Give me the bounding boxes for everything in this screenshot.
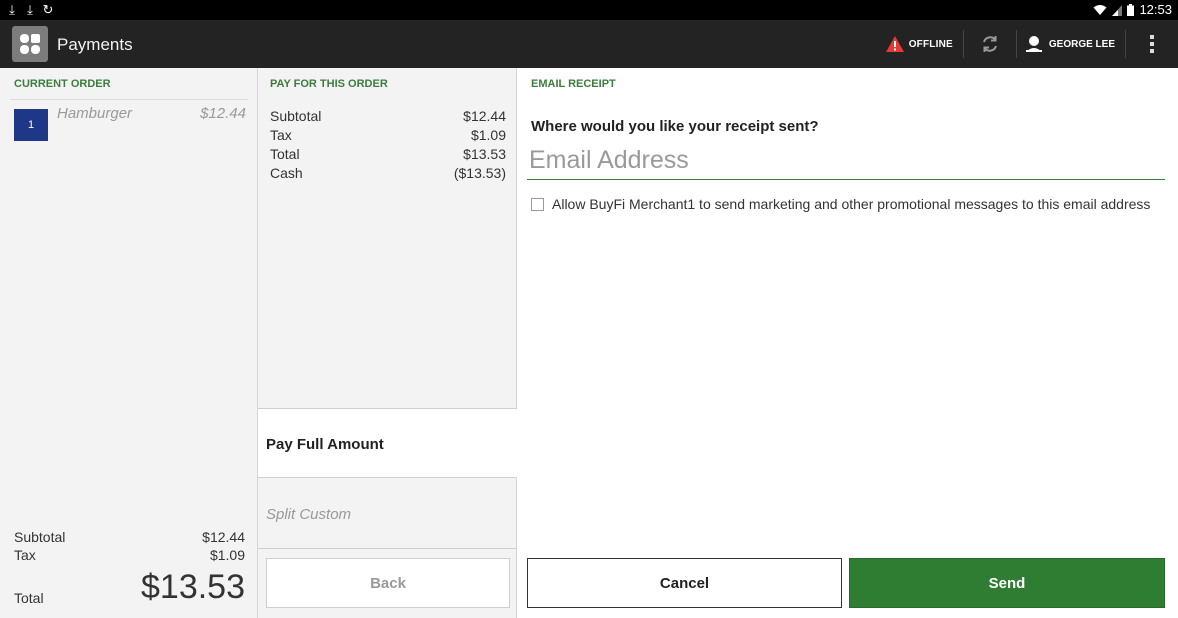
user-icon <box>1025 36 1042 52</box>
email-receipt-panel: EMAIL RECEIPT Where would you like your … <box>517 68 1178 618</box>
action-bar: Payments OFFLINE GEORGE LEE <box>0 20 1178 68</box>
wifi-icon <box>1093 5 1107 15</box>
split-custom-option[interactable]: Split Custom <box>258 479 517 549</box>
email-receipt-header: EMAIL RECEIPT <box>531 78 616 90</box>
back-button[interactable]: Back <box>266 558 510 608</box>
page-title: Payments <box>57 35 133 54</box>
tax-label: Tax <box>14 547 36 563</box>
pay-line: Tax $1.09 <box>270 126 506 145</box>
pay-full-amount-label: Pay Full Amount <box>266 436 384 453</box>
pay-line-label: Total <box>270 146 300 162</box>
pay-line-label: Cash <box>270 165 303 181</box>
pay-line-value: $12.44 <box>463 108 506 124</box>
pay-line-value: $13.53 <box>463 146 506 162</box>
offline-indicator[interactable]: OFFLINE <box>885 20 963 68</box>
pay-line-label: Subtotal <box>270 108 322 124</box>
pay-full-amount-option[interactable]: Pay Full Amount <box>258 408 517 478</box>
consent-checkbox[interactable] <box>531 197 544 211</box>
user-menu[interactable]: GEORGE LEE <box>1017 20 1125 68</box>
action-bar-actions: OFFLINE GEORGE LEE <box>885 20 1178 68</box>
quantity-badge: 1 <box>14 109 48 141</box>
status-notifications: ⤓ ⤓ ↻ <box>6 1 54 19</box>
total-value: $13.53 <box>141 568 245 606</box>
pay-line-value: $1.09 <box>470 127 506 143</box>
order-line-item[interactable]: 1 Hamburger $12.44 <box>14 105 246 141</box>
download-icon: ⤓ <box>27 2 33 17</box>
clock: 12:53 <box>1139 2 1172 17</box>
current-order-header: CURRENT ORDER <box>14 78 111 90</box>
total-label: Total <box>14 590 44 606</box>
marketing-consent[interactable]: Allow BuyFi Merchant1 to send marketing … <box>531 196 1150 212</box>
cancel-button[interactable]: Cancel <box>527 558 842 608</box>
split-custom-label: Split Custom <box>266 506 352 523</box>
more-vert-icon <box>1150 35 1154 53</box>
payment-summary: Subtotal $12.44 Tax $1.09 Total $13.53 C… <box>270 107 506 183</box>
send-button[interactable]: Send <box>849 558 1165 608</box>
pay-for-order-panel: PAY FOR THIS ORDER Subtotal $12.44 Tax $… <box>258 68 517 618</box>
download-icon: ⤓ <box>9 2 15 17</box>
sync-button[interactable] <box>964 20 1016 68</box>
divider <box>10 99 248 100</box>
item-price: $12.44 <box>200 105 246 122</box>
pay-line-value: ($13.53) <box>453 165 506 181</box>
tax-value: $1.09 <box>209 547 245 563</box>
sync-icon <box>982 36 997 52</box>
offline-label: OFFLINE <box>908 38 953 50</box>
pay-line-label: Tax <box>270 127 292 143</box>
pay-line: Cash ($13.53) <box>270 164 506 183</box>
overflow-menu-button[interactable] <box>1126 20 1178 68</box>
item-name: Hamburger <box>57 105 133 122</box>
consent-label: Allow BuyFi Merchant1 to send marketing … <box>552 196 1151 212</box>
sync-icon: ↻ <box>42 2 54 17</box>
email-address-input[interactable] <box>527 142 1165 180</box>
subtotal-value: $12.44 <box>202 529 245 545</box>
warning-icon <box>885 36 904 52</box>
clover-icon <box>20 34 40 54</box>
receipt-prompt: Where would you like your receipt sent? <box>531 118 819 135</box>
subtotal-label: Subtotal <box>14 529 66 545</box>
status-system: 12:53 <box>1093 1 1172 19</box>
status-bar: ⤓ ⤓ ↻ 12:53 <box>0 0 1178 20</box>
current-order-panel: CURRENT ORDER 1 Hamburger $12.44 Subtota… <box>0 68 258 618</box>
signal-icon <box>1112 5 1123 16</box>
app-logo-icon[interactable] <box>12 26 48 62</box>
pay-line: Total $13.53 <box>270 145 506 164</box>
user-name: GEORGE LEE <box>1048 38 1115 50</box>
pay-line: Subtotal $12.44 <box>270 107 506 126</box>
pay-for-order-header: PAY FOR THIS ORDER <box>270 78 388 90</box>
battery-icon <box>1127 4 1135 16</box>
